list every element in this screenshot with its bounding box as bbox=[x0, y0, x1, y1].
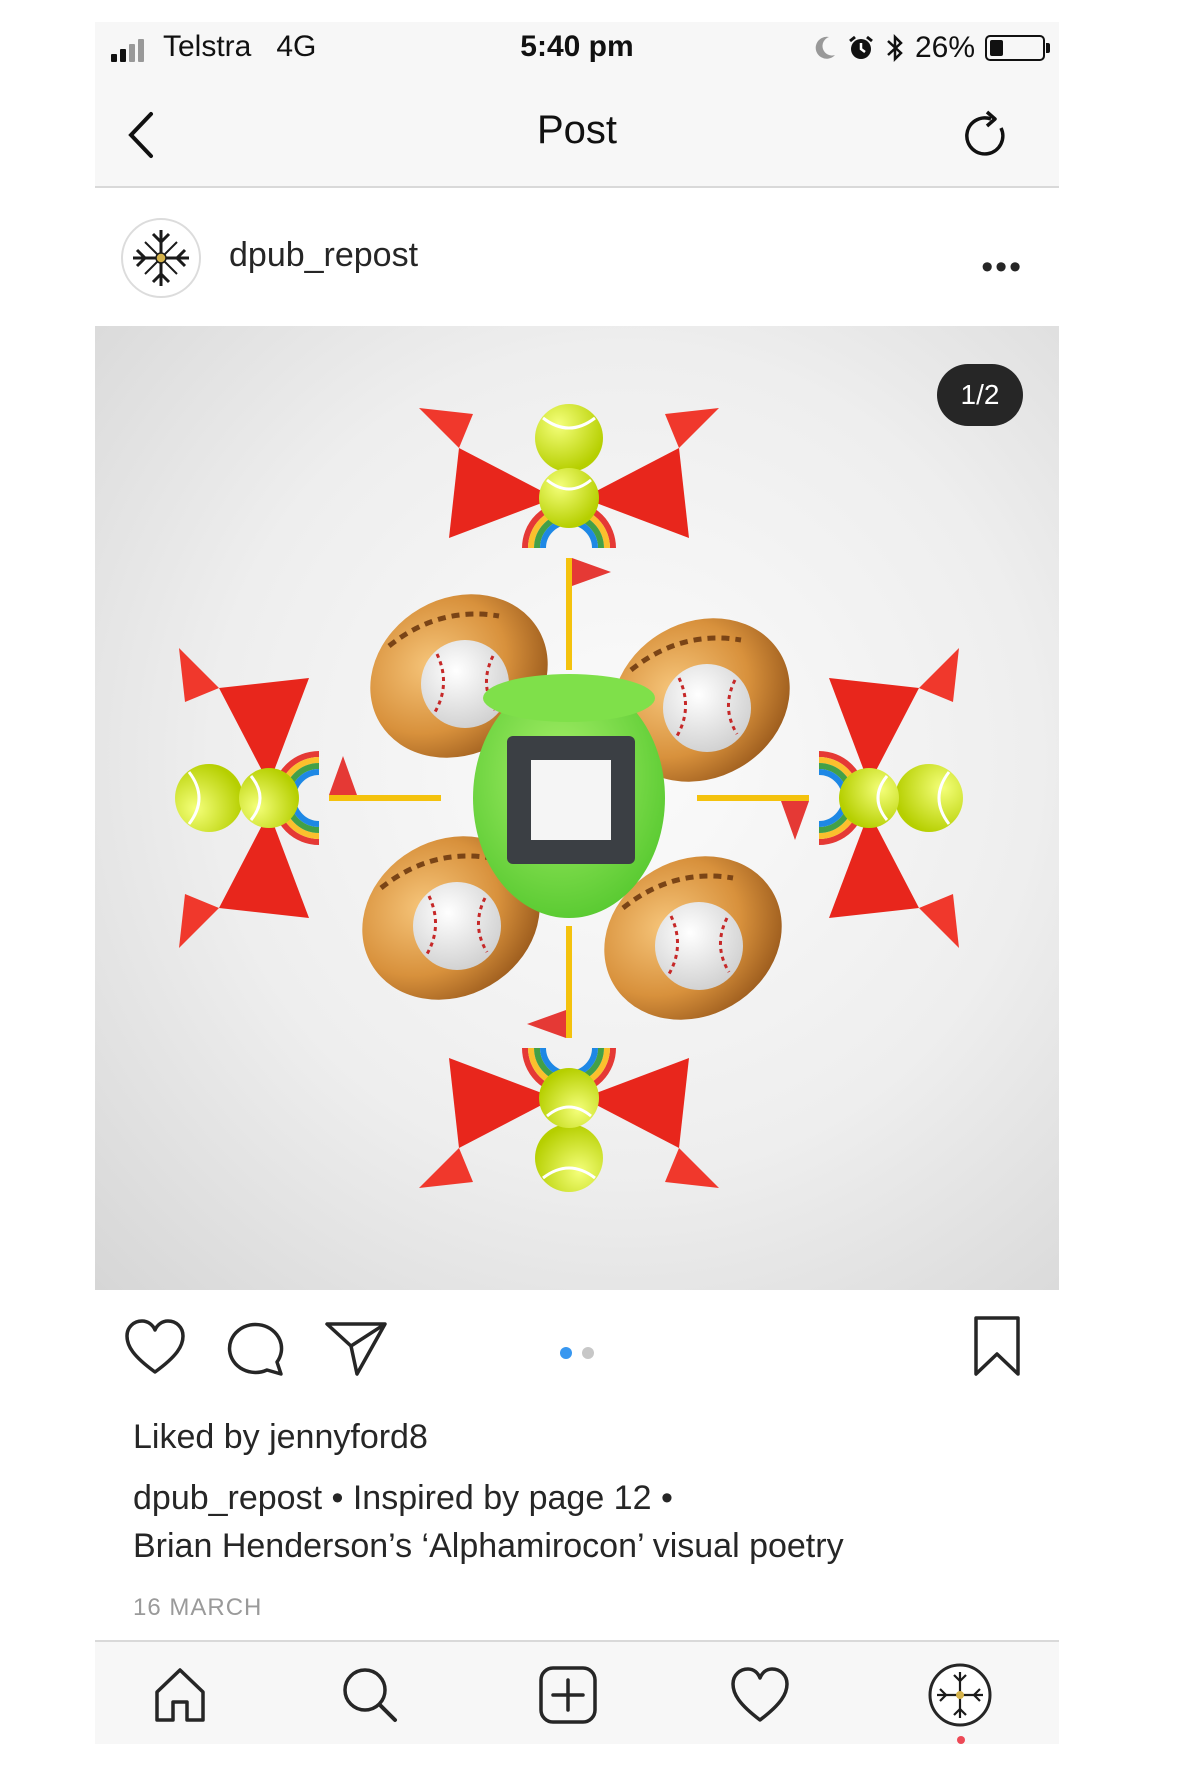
carousel-indicator bbox=[555, 1346, 599, 1364]
carousel-dot bbox=[582, 1347, 594, 1359]
liked-by-user[interactable]: jennyford8 bbox=[269, 1418, 428, 1456]
like-heart-icon[interactable] bbox=[123, 1316, 187, 1380]
page-title: Post bbox=[536, 108, 618, 152]
liked-by-prefix: Liked by bbox=[133, 1418, 270, 1456]
post-username[interactable]: dpub_repost bbox=[229, 236, 418, 275]
bookmark-icon[interactable] bbox=[971, 1314, 1023, 1380]
comment-icon[interactable] bbox=[223, 1316, 287, 1380]
nav-bar: Post bbox=[95, 74, 1059, 188]
caption-line-1: • Inspired by page 12 • bbox=[322, 1479, 673, 1517]
refresh-icon[interactable] bbox=[961, 110, 1013, 162]
notification-dot bbox=[957, 1736, 965, 1744]
emoji-mandala-artwork bbox=[95, 326, 1059, 1290]
post-image[interactable]: 1/2 bbox=[95, 326, 1059, 1290]
alarm-icon bbox=[849, 35, 873, 59]
likes-line: Liked by jennyford8 bbox=[133, 1418, 428, 1457]
moon-icon bbox=[815, 36, 835, 59]
avatar[interactable] bbox=[121, 218, 201, 298]
carousel-dot-active bbox=[560, 1347, 572, 1359]
post-date: 16 MARCH bbox=[133, 1594, 263, 1621]
avatar-logo-icon bbox=[133, 230, 189, 286]
home-icon[interactable] bbox=[147, 1662, 213, 1728]
more-options-icon[interactable]: ••• bbox=[981, 248, 1023, 287]
battery-percent: 26% bbox=[914, 31, 975, 64]
activity-heart-icon[interactable] bbox=[727, 1662, 793, 1728]
battery-icon bbox=[985, 35, 1050, 61]
profile-avatar-icon[interactable] bbox=[927, 1662, 993, 1728]
phone-screen: Telstra 4G 5:40 pm 26% Post dpub_repost … bbox=[95, 22, 1059, 1744]
add-post-icon[interactable] bbox=[535, 1662, 601, 1728]
status-bar: Telstra 4G 5:40 pm 26% bbox=[95, 22, 1059, 74]
caption-line-2: Brian Henderson’s ‘Alphamirocon’ visual … bbox=[133, 1527, 844, 1565]
image-counter: 1/2 bbox=[937, 364, 1023, 426]
share-send-icon[interactable] bbox=[323, 1316, 389, 1380]
bottom-tab-bar bbox=[95, 1640, 1059, 1744]
search-icon[interactable] bbox=[337, 1662, 403, 1728]
battery-fill bbox=[990, 40, 1003, 56]
bluetooth-icon bbox=[887, 33, 903, 63]
caption: dpub_repost • Inspired by page 12 • Bria… bbox=[133, 1474, 1033, 1570]
caption-username[interactable]: dpub_repost bbox=[133, 1479, 322, 1517]
action-bar bbox=[95, 1304, 1059, 1400]
